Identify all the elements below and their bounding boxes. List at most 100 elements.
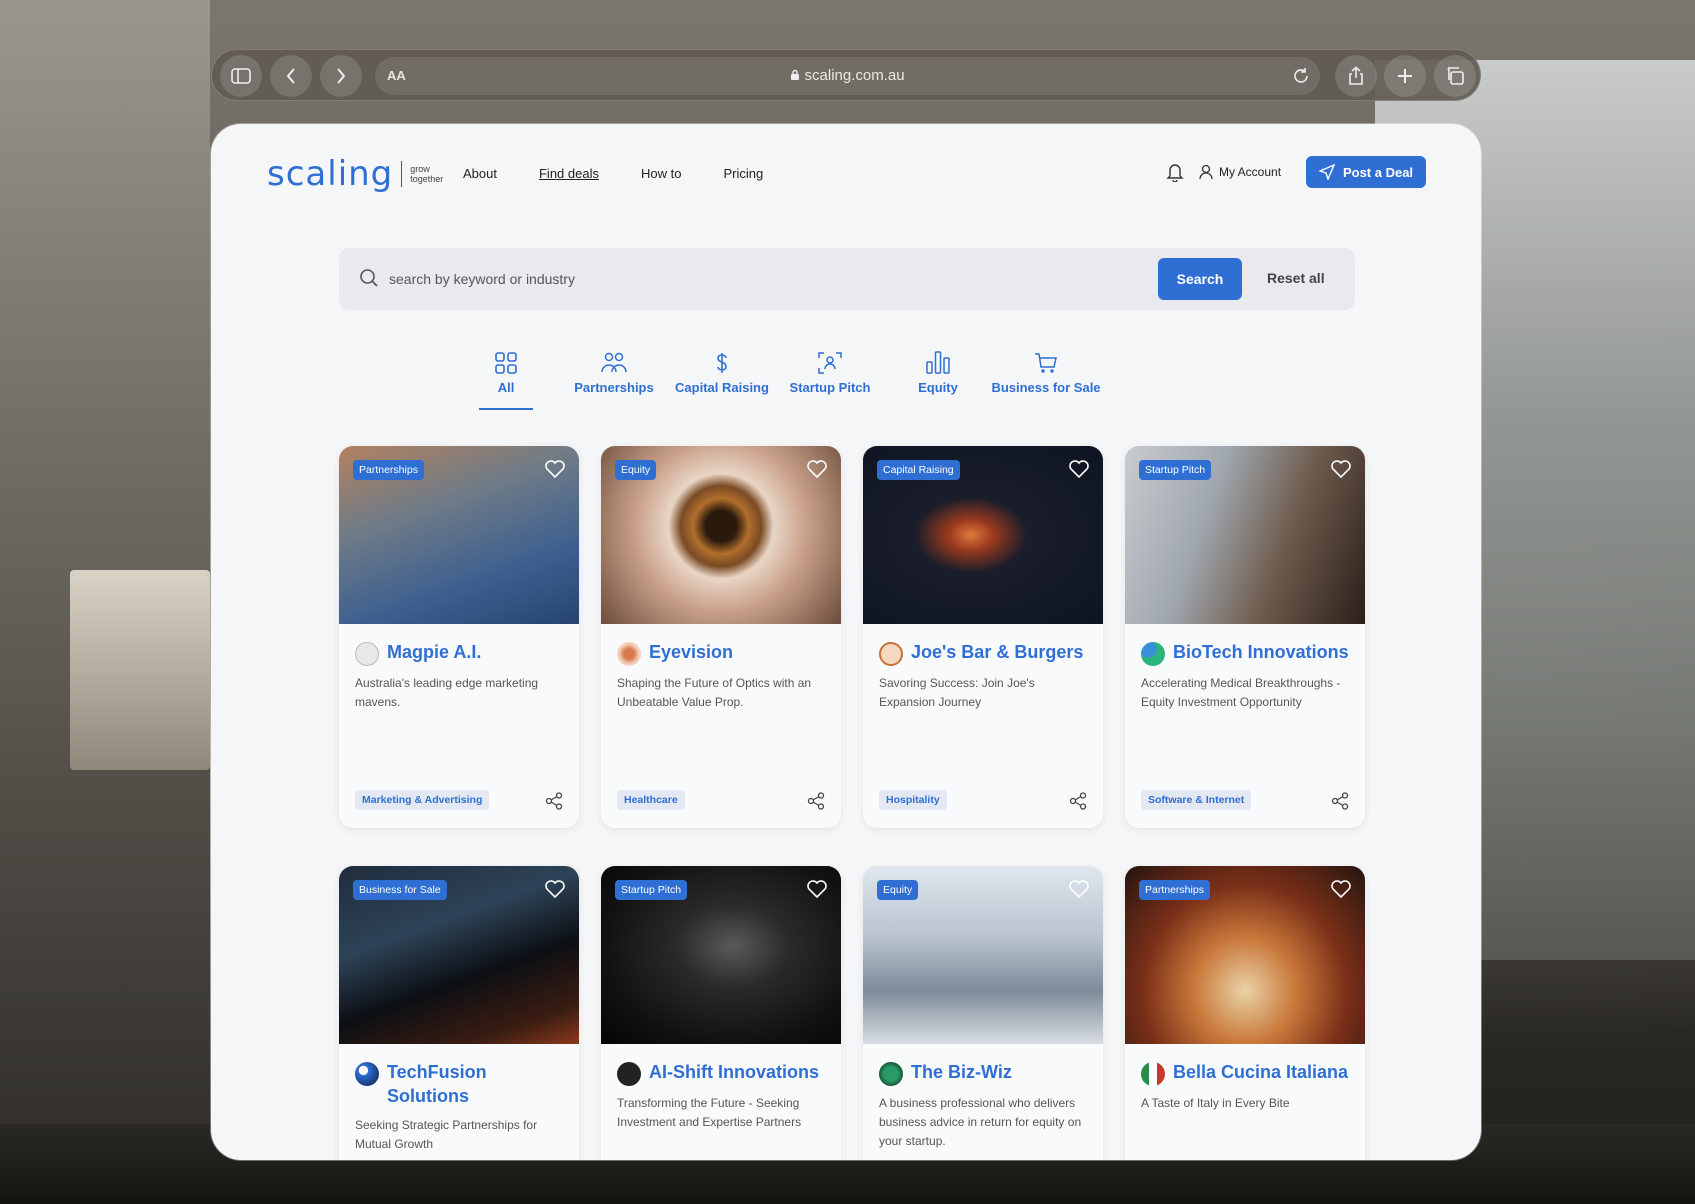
nav-how-to[interactable]: How to: [641, 166, 681, 181]
share-page-button[interactable]: [1335, 55, 1377, 97]
nav-find-deals[interactable]: Find deals: [539, 166, 599, 181]
category-badge: Startup Pitch: [615, 880, 688, 900]
chevron-left-icon: [286, 68, 295, 84]
share-icon[interactable]: [1331, 792, 1349, 810]
category-badge: Equity: [877, 880, 919, 900]
tab-business-for-sale[interactable]: Business for Sale: [981, 344, 1111, 395]
share-icon[interactable]: [1069, 792, 1087, 810]
deal-title[interactable]: Magpie A.I.: [387, 640, 481, 664]
deal-title[interactable]: Eyevision: [649, 640, 733, 664]
page-window: scaling grow together About Find deals H…: [211, 124, 1481, 1160]
url-label: scaling.com.au: [804, 67, 905, 84]
deal-card[interactable]: Partnerships Bella Cucina Italiana A Tas…: [1125, 866, 1365, 1160]
tab-business-for-sale-label: Business for Sale: [991, 380, 1101, 395]
deal-title[interactable]: The Biz-Wiz: [911, 1060, 1012, 1084]
deal-card[interactable]: Startup Pitch BioTech Innovations Accele…: [1125, 446, 1365, 828]
deal-image: Capital Raising: [863, 446, 1103, 624]
deal-title[interactable]: AI-Shift Innovations: [649, 1060, 819, 1084]
company-avatar: [355, 1062, 379, 1086]
reset-all-button[interactable]: Reset all: [1267, 270, 1325, 286]
sidebar-icon: [231, 68, 251, 84]
search-button[interactable]: Search: [1158, 258, 1242, 300]
tab-partnerships-label: Partnerships: [574, 380, 654, 395]
company-avatar: [355, 642, 379, 666]
new-tab-button[interactable]: [1384, 55, 1426, 97]
deal-card[interactable]: Equity Eyevision Shaping the Future of O…: [601, 446, 841, 828]
deal-description: Savoring Success: Join Joe's Expansion J…: [879, 676, 1035, 709]
post-deal-label: Post a Deal: [1342, 164, 1414, 180]
reload-button[interactable]: [1288, 63, 1314, 94]
heart-icon[interactable]: [1331, 880, 1351, 898]
user-icon: [1199, 164, 1213, 180]
lock-icon: [791, 69, 800, 80]
plus-icon: [1398, 69, 1412, 83]
notifications-button[interactable]: [1166, 162, 1184, 187]
deal-image: Equity: [601, 446, 841, 624]
forward-button[interactable]: [320, 55, 362, 97]
deal-title[interactable]: TechFusion Solutions: [387, 1060, 563, 1108]
badge-label: Equity: [621, 464, 651, 476]
company-avatar: [1141, 1062, 1165, 1086]
logo-wordmark: scaling: [267, 154, 394, 194]
deal-card[interactable]: Capital Raising Joe's Bar & Burgers Savo…: [863, 446, 1103, 828]
deal-card[interactable]: Startup Pitch AI-Shift Innovations Trans…: [601, 866, 841, 1160]
share-icon[interactable]: [807, 792, 825, 810]
badge-label: Capital Raising: [883, 464, 954, 476]
company-avatar: [617, 642, 641, 666]
category-badge: Partnerships: [353, 460, 424, 480]
deal-card[interactable]: Partnerships Magpie A.I. Australia's lea…: [339, 446, 579, 828]
sidebar-toggle-button[interactable]: [220, 55, 262, 97]
badge-label: Business for Sale: [359, 884, 441, 896]
my-account-link[interactable]: My Account: [1199, 164, 1281, 180]
deal-description: A Taste of Italy in Every Bite: [1141, 1096, 1290, 1110]
tabs-icon: [1447, 67, 1464, 85]
deal-image: Partnerships: [1125, 866, 1365, 1044]
heart-icon[interactable]: [1331, 460, 1351, 478]
heart-icon[interactable]: [807, 460, 827, 478]
heart-icon[interactable]: [1069, 460, 1089, 478]
nav-about[interactable]: About: [463, 166, 497, 181]
badge-label: Equity: [883, 884, 913, 896]
tagline-line-1: grow: [410, 164, 430, 174]
url-text: scaling.com.au: [375, 67, 1320, 84]
tab-equity-label: Equity: [918, 380, 958, 395]
site-logo[interactable]: scaling grow together: [267, 154, 443, 194]
heart-icon[interactable]: [1069, 880, 1089, 898]
deal-image: Equity: [863, 866, 1103, 1044]
reload-icon: [1294, 68, 1308, 83]
search-bar: Search Reset all: [339, 248, 1355, 310]
main-nav: About Find deals How to Pricing: [463, 166, 805, 181]
heart-icon[interactable]: [545, 880, 565, 898]
my-account-label: My Account: [1219, 165, 1282, 179]
deal-title[interactable]: Joe's Bar & Burgers: [911, 640, 1083, 664]
tab-capital-raising-label: Capital Raising: [675, 380, 769, 395]
share-icon[interactable]: [545, 792, 563, 810]
category-badge: Startup Pitch: [1139, 460, 1212, 480]
tagline-line-2: together: [410, 174, 444, 184]
logo-tagline: grow together: [410, 164, 443, 184]
back-button[interactable]: [270, 55, 312, 97]
tabs-overview-button[interactable]: [1434, 55, 1476, 97]
address-bar[interactable]: AA scaling.com.au: [375, 57, 1320, 95]
post-deal-button[interactable]: Post a Deal: [1306, 156, 1426, 188]
heart-icon[interactable]: [807, 880, 827, 898]
industry-tag: Software & Internet: [1141, 790, 1252, 810]
deal-title[interactable]: Bella Cucina Italiana: [1173, 1060, 1348, 1084]
company-avatar: [879, 642, 903, 666]
deal-card[interactable]: Business for Sale TechFusion Solutions S…: [339, 866, 579, 1160]
nav-pricing[interactable]: Pricing: [723, 166, 763, 181]
badge-label: Startup Pitch: [1145, 464, 1206, 476]
deal-title[interactable]: BioTech Innovations: [1173, 640, 1349, 664]
industry-tag: Healthcare: [617, 790, 685, 810]
logo-divider: [401, 161, 403, 187]
search-input[interactable]: [389, 266, 1089, 292]
category-badge: Business for Sale: [353, 880, 447, 900]
background-lamp: [70, 570, 210, 770]
badge-label: Partnerships: [1145, 884, 1204, 896]
search-icon: [360, 269, 378, 287]
deal-card[interactable]: Equity The Biz-Wiz A business profession…: [863, 866, 1103, 1160]
deal-description: A business professional who delivers bus…: [879, 1096, 1082, 1148]
company-avatar: [879, 1062, 903, 1086]
company-avatar: [617, 1062, 641, 1086]
heart-icon[interactable]: [545, 460, 565, 478]
